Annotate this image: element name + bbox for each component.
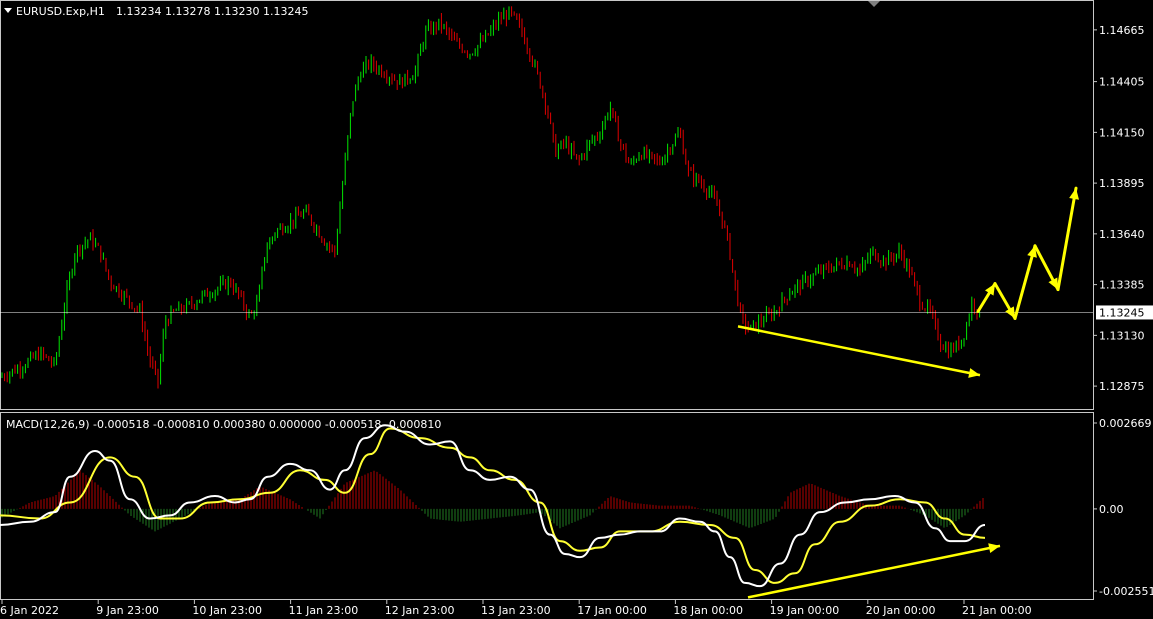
macd-tick-label: -0.002551 bbox=[1099, 585, 1153, 598]
time-tick-label: 12 Jan 23:00 bbox=[385, 604, 455, 617]
time-tick-label: 10 Jan 23:00 bbox=[192, 604, 262, 617]
price-tick-label: 1.13895 bbox=[1099, 177, 1145, 190]
price-tick-label: 1.14665 bbox=[1099, 24, 1145, 37]
time-tick-label: 9 Jan 23:00 bbox=[96, 604, 159, 617]
chart-ohlc-values: 1.13234 1.13278 1.13230 1.13245 bbox=[116, 5, 308, 18]
time-tick-label: 13 Jan 23:00 bbox=[481, 604, 551, 617]
macd-tick-label: 0.00 bbox=[1099, 503, 1124, 516]
price-tick-label: 1.14405 bbox=[1099, 76, 1145, 89]
price-tick-label: 1.12875 bbox=[1099, 380, 1145, 393]
price-tick-label: 1.13385 bbox=[1099, 279, 1145, 292]
macd-tick-label: 0.002669 bbox=[1099, 417, 1152, 430]
time-tick-label: 19 Jan 00:00 bbox=[770, 604, 840, 617]
time-tick-label: 11 Jan 23:00 bbox=[289, 604, 359, 617]
price-tick-label: 1.13130 bbox=[1099, 329, 1145, 342]
time-tick-label: 17 Jan 00:00 bbox=[577, 604, 647, 617]
time-tick-label: 18 Jan 00:00 bbox=[673, 604, 743, 617]
time-tick-label: 6 Jan 2022 bbox=[0, 604, 59, 617]
time-tick-label: 21 Jan 00:00 bbox=[962, 604, 1032, 617]
chart-symbol-title: EURUSD.Exp,H1 bbox=[16, 5, 105, 18]
time-tick-label: 20 Jan 00:00 bbox=[866, 604, 936, 617]
current-price-label: 1.13245 bbox=[1099, 306, 1145, 319]
price-tick-label: 1.14150 bbox=[1099, 126, 1145, 139]
chart-canvas: EURUSD.Exp,H1 1.13234 1.13278 1.13230 1.… bbox=[0, 0, 1153, 619]
price-tick-label: 1.13640 bbox=[1099, 228, 1145, 241]
